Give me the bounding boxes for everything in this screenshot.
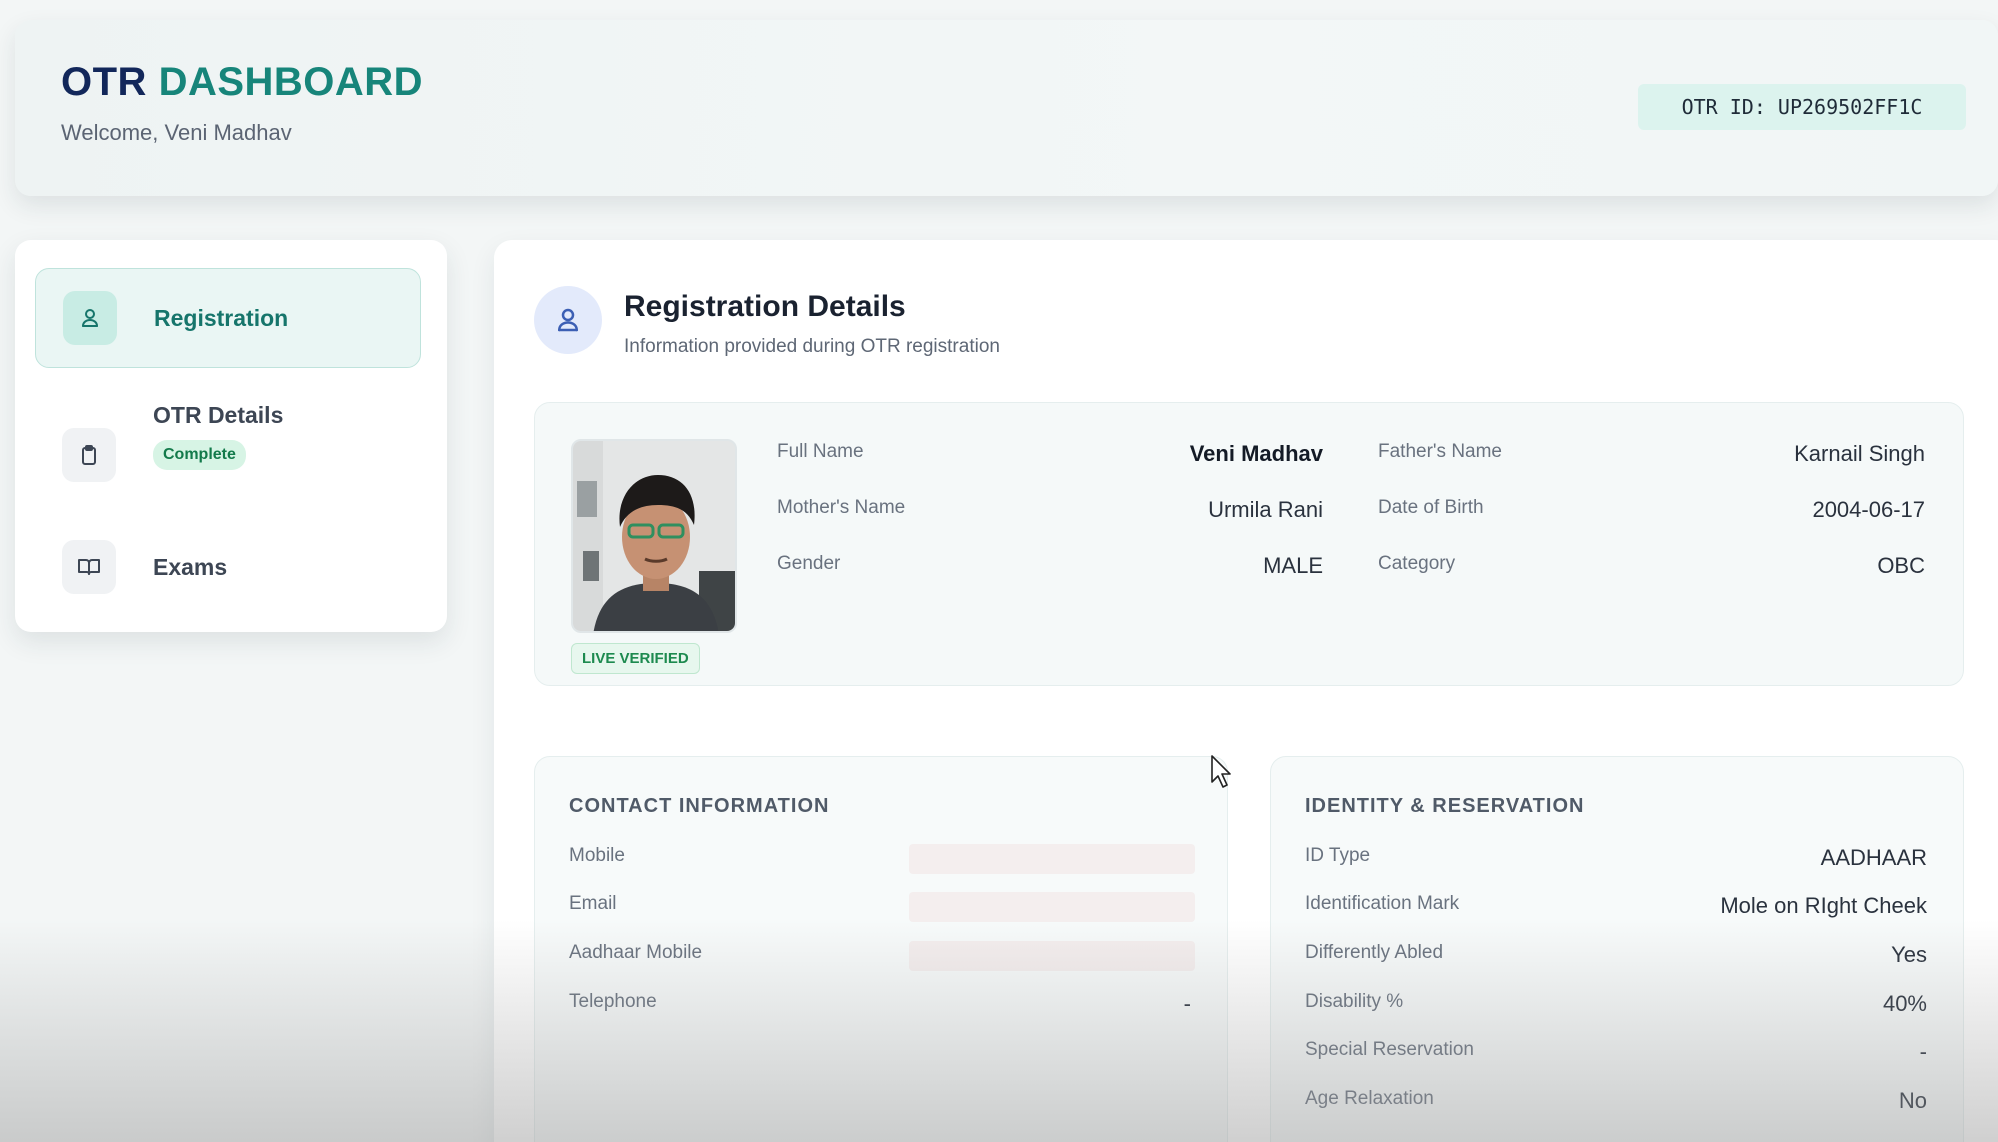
- live-verified-badge: LIVE VERIFIED: [571, 643, 700, 674]
- fathers-name-label: Father's Name: [1378, 441, 1503, 462]
- registration-details-panel: Registration Details Information provide…: [494, 240, 1998, 1142]
- full-name-value: Veni Madhav: [1189, 441, 1323, 466]
- otr-id-badge: OTR ID: UP269502FF1C: [1638, 84, 1966, 130]
- category-value: OBC: [1877, 553, 1925, 578]
- email-value-redacted: [909, 892, 1195, 922]
- gender-value: MALE: [1263, 553, 1323, 578]
- sidebar-item-label: OTR Details: [153, 402, 284, 428]
- section-title: Registration Details: [624, 290, 906, 323]
- sidebar-item-label: Exams: [153, 554, 228, 580]
- gender-label: Gender: [777, 553, 841, 574]
- sidebar-item-exams[interactable]: Exams: [35, 522, 421, 612]
- profile-photo: [571, 439, 737, 633]
- category-label: Category: [1378, 553, 1456, 574]
- telephone-label: Telephone: [569, 991, 657, 1012]
- aadhaar-mobile-label: Aadhaar Mobile: [569, 942, 703, 963]
- mobile-value-redacted: [909, 844, 1195, 874]
- contact-information-title: CONTACT INFORMATION: [569, 795, 830, 817]
- identification-mark-label: Identification Mark: [1305, 893, 1460, 914]
- sidebar-item-registration[interactable]: Registration: [35, 268, 421, 368]
- welcome-text: Welcome, Veni Madhav: [61, 120, 292, 145]
- section-subtitle: Information provided during OTR registra…: [624, 336, 1000, 357]
- mothers-name-label: Mother's Name: [777, 497, 906, 518]
- age-relaxation-value: No: [1898, 1088, 1927, 1113]
- book-icon: [62, 540, 116, 594]
- user-icon: [534, 286, 602, 354]
- id-type-value: AADHAAR: [1820, 845, 1927, 870]
- sidebar: Registration OTR Details Complete Exams: [15, 240, 447, 632]
- brand-suffix: DASHBOARD: [158, 60, 424, 104]
- special-reservation-label: Special Reservation: [1305, 1039, 1474, 1060]
- special-reservation-value: -: [1919, 1039, 1927, 1064]
- brand-title: OTR DASHBOARD: [61, 60, 423, 105]
- fathers-name-value: Karnail Singh: [1794, 441, 1925, 466]
- mothers-name-value: Urmila Rani: [1208, 497, 1323, 522]
- status-badge: Complete: [153, 440, 246, 470]
- dashboard-header: OTR DASHBOARD Welcome, Veni Madhav OTR I…: [15, 20, 1998, 196]
- profile-card: LIVE VERIFIED Full Name Veni Madhav Fath…: [534, 402, 1964, 686]
- email-label: Email: [569, 893, 617, 914]
- differently-abled-label: Differently Abled: [1305, 942, 1444, 963]
- brand-prefix: OTR: [61, 60, 147, 104]
- full-name-label: Full Name: [777, 441, 864, 462]
- date-of-birth-value: 2004-06-17: [1812, 497, 1925, 522]
- disability-percent-value: 40%: [1882, 991, 1927, 1016]
- sidebar-item-otr-details[interactable]: OTR Details Complete: [35, 388, 421, 508]
- sidebar-item-label: Registration: [154, 305, 289, 331]
- differently-abled-value: Yes: [1891, 942, 1927, 967]
- aadhaar-mobile-value-redacted: [909, 941, 1195, 971]
- identification-mark-value: Mole on RIght Cheek: [1720, 893, 1927, 918]
- clipboard-icon: [62, 428, 116, 482]
- age-relaxation-label: Age Relaxation: [1305, 1088, 1434, 1109]
- identity-reservation-card: IDENTITY & RESERVATION ID Type AADHAAR I…: [1270, 756, 1964, 1142]
- disability-percent-label: Disability %: [1305, 991, 1404, 1012]
- contact-information-card: CONTACT INFORMATION Mobile Email Aadhaar…: [534, 756, 1228, 1142]
- identity-reservation-title: IDENTITY & RESERVATION: [1305, 795, 1585, 817]
- mobile-label: Mobile: [569, 845, 625, 866]
- date-of-birth-label: Date of Birth: [1378, 497, 1484, 518]
- mouse-cursor-icon: [1210, 754, 1234, 795]
- telephone-value: -: [1183, 991, 1191, 1016]
- id-type-label: ID Type: [1305, 845, 1371, 866]
- user-icon: [63, 291, 117, 345]
